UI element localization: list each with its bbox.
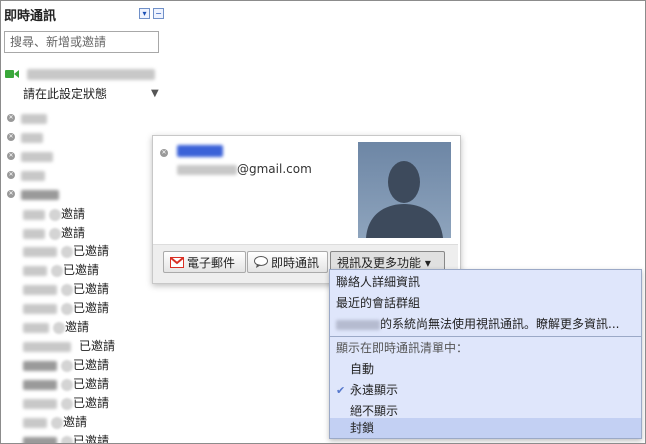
email-button-label: 電子郵件 xyxy=(187,256,236,270)
x-circle-icon[interactable]: ✕ xyxy=(7,152,15,160)
list-item[interactable]: 邀請 xyxy=(23,318,89,336)
chevron-down-icon[interactable]: ▼ xyxy=(151,85,159,103)
menu-item-contact-details[interactable]: 聯絡人詳細資訊 xyxy=(330,272,641,293)
invited-label: 已邀請 xyxy=(73,396,110,410)
panel-title: 即時通訊 xyxy=(4,9,57,24)
list-item[interactable]: 已邀請 xyxy=(23,299,109,317)
self-row xyxy=(5,65,155,83)
menu-item-video-info[interactable]: 的系統尚無法使用視訊通訊。瞭解更多資訊... xyxy=(330,314,641,335)
always-show-label: 永遠顯示 xyxy=(350,383,399,397)
invited-label: 已邀請 xyxy=(73,434,110,444)
invite-label: 邀請 xyxy=(61,207,86,221)
menu-item-auto[interactable]: 自動 xyxy=(330,359,641,380)
more-actions-menu: 聯絡人詳細資訊 最近的會話群組 的系統尚無法使用視訊通訊。瞭解更多資訊... 顯… xyxy=(329,269,642,439)
invited-label: 已邀請 xyxy=(79,339,116,353)
contact-card: ✕ @gmail.com 電子郵件 即時通訊 視訊及更多功能 ▾ xyxy=(152,135,461,284)
x-circle-icon[interactable]: ✕ xyxy=(7,190,15,198)
invite-label: 邀請 xyxy=(65,320,90,334)
invited-label: 已邀請 xyxy=(73,244,110,258)
x-circle-icon[interactable]: ✕ xyxy=(7,171,15,179)
list-item[interactable]: 邀請 xyxy=(23,205,85,223)
menu-section-header: 顯示在即時通訊清單中： xyxy=(336,341,469,355)
list-item[interactable]: 已邀請 xyxy=(23,280,109,298)
speech-bubble-icon xyxy=(254,253,268,275)
contact-name[interactable] xyxy=(177,145,223,157)
x-circle-icon[interactable]: ✕ xyxy=(7,114,15,122)
list-item[interactable]: 邀請 xyxy=(23,224,85,242)
invited-label: 已邀請 xyxy=(73,358,110,372)
list-item[interactable]: 已邀請 xyxy=(23,375,109,393)
contact-photo xyxy=(358,142,451,238)
dropdown-arrow-icon[interactable]: ▾ xyxy=(139,8,150,19)
self-name xyxy=(26,69,155,80)
invited-label: 已邀請 xyxy=(73,377,110,391)
menu-divider xyxy=(330,336,641,337)
email-local-part xyxy=(177,165,237,175)
invite-label: 邀請 xyxy=(61,226,86,240)
menu-item-recent-conversations[interactable]: 最近的會話群組 xyxy=(330,293,641,314)
x-circle-icon[interactable]: ✕ xyxy=(7,133,15,141)
list-item[interactable]: 已邀請 xyxy=(23,432,110,444)
contact-name-blurred xyxy=(336,319,380,330)
video-camera-icon xyxy=(5,66,19,84)
list-item[interactable]: ✕ xyxy=(1,185,151,203)
chat-panel: 即時通訊 ▾ − 搜尋、新增或邀請 請在此設定狀態 ▼ ✕ ✕ ✕ ✕ ✕ 邀請… xyxy=(0,0,646,444)
x-circle-icon[interactable]: ✕ xyxy=(160,149,168,157)
menu-item-block[interactable]: 封鎖 xyxy=(330,418,641,438)
list-item[interactable]: ✕ xyxy=(1,128,151,146)
invited-label: 已邀請 xyxy=(73,301,110,315)
list-item[interactable]: ✕ xyxy=(1,109,151,127)
list-item[interactable]: 已邀請 xyxy=(23,261,99,279)
list-item[interactable]: ✕ xyxy=(1,166,151,184)
contact-email-domain: @gmail.com xyxy=(237,162,312,176)
list-item[interactable]: 邀請 xyxy=(23,413,87,431)
list-item[interactable]: 已邀請 xyxy=(23,337,115,355)
minus-icon[interactable]: − xyxy=(153,8,164,19)
invited-label: 已邀請 xyxy=(73,282,110,296)
menu-item-always-show[interactable]: ✔ 永遠顯示 xyxy=(330,380,641,401)
list-item[interactable]: 已邀請 xyxy=(23,356,109,374)
invited-label: 已邀請 xyxy=(63,263,100,277)
search-input[interactable]: 搜尋、新增或邀請 xyxy=(4,31,159,53)
video-unavailable-text: 的系統尚無法使用視訊通訊。瞭解更多資訊... xyxy=(380,317,620,331)
chat-button-label: 即時通訊 xyxy=(271,256,320,270)
gmail-icon xyxy=(170,253,184,275)
list-item[interactable]: 已邀請 xyxy=(23,242,109,260)
invite-label: 邀請 xyxy=(63,415,88,429)
chat-button[interactable]: 即時通訊 xyxy=(247,251,328,273)
checkmark-icon: ✔ xyxy=(336,384,346,397)
list-item[interactable]: 已邀請 xyxy=(23,394,109,412)
email-button[interactable]: 電子郵件 xyxy=(163,251,246,273)
status-text[interactable]: 請在此設定狀態 xyxy=(23,85,107,103)
list-item[interactable]: ✕ xyxy=(1,147,151,165)
